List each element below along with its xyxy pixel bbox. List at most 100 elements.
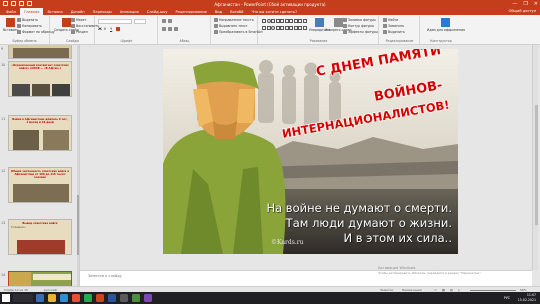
- scrollbar-thumb[interactable]: [534, 105, 538, 225]
- folder-icon[interactable]: [48, 294, 56, 302]
- layout-icon: [71, 18, 75, 22]
- tab-slideshow[interactable]: Слайд-шоу: [143, 8, 172, 15]
- slide-thumbnail[interactable]: Вывод советских войск 15 февраля…: [8, 219, 72, 255]
- numbering-button[interactable]: [168, 19, 172, 23]
- maximize-button[interactable]: ❐: [523, 0, 527, 8]
- windows-taskbar: РУС 11:07 15.02.2021: [0, 292, 540, 304]
- minimize-button[interactable]: —: [512, 0, 517, 8]
- layout-button[interactable]: Макет: [71, 18, 86, 22]
- align-center-button[interactable]: [168, 27, 172, 31]
- thumbnail-scrollbar[interactable]: [77, 45, 79, 286]
- format-painter-button[interactable]: Формат по образцу: [17, 30, 55, 34]
- edge-icon[interactable]: [60, 294, 68, 302]
- word-icon[interactable]: [108, 294, 116, 302]
- text-options-group: Направление текста Выровнять текст Преоб…: [212, 16, 263, 44]
- design-ideas-button[interactable]: Идеи для оформления: [427, 18, 465, 32]
- numbering-icon: [168, 19, 172, 23]
- app-icon[interactable]: [120, 294, 128, 302]
- outline-icon: [343, 24, 347, 28]
- windows-activation-watermark: Активация Windows Чтобы активировать Win…: [378, 266, 482, 275]
- paste-icon: [6, 18, 16, 27]
- system-clock[interactable]: 11:07 15.02.2021: [518, 293, 536, 302]
- tell-me-search[interactable]: Что вы хотите сделать?: [248, 8, 302, 15]
- section-icon: [71, 30, 75, 34]
- slide-thumbnail-selected[interactable]: [8, 271, 72, 286]
- section-button[interactable]: Раздел: [71, 30, 88, 34]
- close-button[interactable]: ✕: [534, 0, 538, 8]
- title-bar: Афганистан - PowerPoint (Сбой активации …: [0, 0, 540, 8]
- text-direction-icon: [214, 18, 218, 22]
- tab-file[interactable]: Файл: [2, 8, 20, 15]
- current-slide[interactable]: С ДНЕМ ПАМЯТИ ВОЙНОВ- ИНТЕРНАЦИОНАЛИСТОВ…: [163, 49, 458, 254]
- tab-animations[interactable]: Анимация: [116, 8, 143, 15]
- whatsapp-icon[interactable]: [84, 294, 92, 302]
- slide-thumbnail[interactable]: Война в Афганистане длилась 9 лет, 1 мес…: [8, 115, 72, 151]
- search-icon: [383, 18, 387, 22]
- ribbon: Вставить Вырезать Копировать Формат по о…: [0, 15, 540, 45]
- bullets-button[interactable]: [162, 19, 166, 23]
- font-group: Ж К Ч Шрифт: [96, 16, 158, 44]
- effects-icon: [343, 30, 347, 34]
- zoom-slider[interactable]: [470, 289, 516, 291]
- font-size-field[interactable]: [134, 19, 146, 24]
- brush-icon: [17, 30, 21, 34]
- copy-button[interactable]: Копировать: [17, 24, 42, 28]
- slide-watermark: ©Kards.ru: [271, 239, 304, 246]
- clipboard-group: Вставить Вырезать Копировать Формат по о…: [0, 16, 55, 44]
- align-text-icon: [214, 24, 218, 28]
- select-button[interactable]: Выделить: [383, 30, 405, 34]
- align-right-icon: [174, 27, 178, 31]
- align-right-button[interactable]: [174, 27, 178, 31]
- align-text-button[interactable]: Выровнять текст: [214, 24, 248, 28]
- italic-button[interactable]: К: [104, 27, 106, 31]
- paragraph-group: Абзац: [159, 16, 211, 44]
- align-left-button[interactable]: [162, 27, 166, 31]
- slides-group: Создать слайд Макет Восстановить Раздел …: [51, 16, 99, 44]
- shapes-gallery[interactable]: [262, 19, 307, 33]
- vertical-scrollbar[interactable]: [532, 45, 538, 270]
- slide-thumbnail-panel: 9 10 «Ограниченный контингент советских …: [0, 45, 80, 286]
- cut-button[interactable]: Вырезать: [17, 18, 38, 22]
- designer-group: Идеи для оформления Конструктор: [421, 16, 465, 44]
- chrome-icon[interactable]: [72, 294, 80, 302]
- font-name-field[interactable]: [98, 19, 132, 24]
- font-color-button[interactable]: [116, 27, 120, 31]
- shape-effects-button[interactable]: Эффекты фигуры: [343, 30, 378, 34]
- bullets-icon: [162, 19, 166, 23]
- slide-thumbnail[interactable]: [8, 45, 72, 59]
- quick-styles-icon: [333, 18, 343, 27]
- tab-transitions[interactable]: Переходы: [89, 8, 116, 15]
- slide-thumbnail[interactable]: «Ограниченный контингент советских войск…: [8, 61, 72, 97]
- find-button[interactable]: Найти: [383, 18, 398, 22]
- smartart-icon: [214, 30, 218, 34]
- windows-start-icon[interactable]: [2, 294, 10, 302]
- slide-thumbnail[interactable]: Общая численность советских войск в Афга…: [8, 167, 72, 203]
- taskbar-search[interactable]: [13, 294, 33, 302]
- app-icon[interactable]: [132, 294, 140, 302]
- replace-button[interactable]: Заменить: [383, 24, 404, 28]
- tab-view[interactable]: Вид: [211, 8, 226, 15]
- select-icon: [383, 30, 387, 34]
- scrollbar-thumb[interactable]: [77, 195, 79, 255]
- text-direction-button[interactable]: Направление текста: [214, 18, 254, 22]
- powerpoint-icon[interactable]: [96, 294, 104, 302]
- file-explorer-icon[interactable]: [36, 294, 44, 302]
- tab-insert[interactable]: Вставка: [43, 8, 66, 15]
- tab-home[interactable]: Главная: [19, 8, 44, 15]
- shape-outline-button[interactable]: Контур фигуры: [343, 24, 374, 28]
- underline-button[interactable]: Ч: [110, 27, 112, 31]
- reset-button[interactable]: Восстановить: [71, 24, 99, 28]
- shape-fill-button[interactable]: Заливка фигуры: [343, 18, 376, 22]
- bold-button[interactable]: Ж: [98, 27, 102, 31]
- tab-review[interactable]: Рецензирование: [171, 8, 210, 15]
- replace-icon: [383, 24, 387, 28]
- new-slide-icon: [61, 18, 71, 27]
- tab-design[interactable]: Дизайн: [67, 8, 89, 15]
- tab-extra[interactable]: Всеобй: [226, 8, 247, 15]
- scissors-icon: [17, 18, 21, 22]
- app-icon[interactable]: [144, 294, 152, 302]
- input-language[interactable]: РУС: [504, 296, 510, 300]
- fill-icon: [343, 18, 347, 22]
- smartart-button[interactable]: Преобразовать в SmartArt: [214, 30, 263, 34]
- share-button[interactable]: Общий доступ: [509, 9, 536, 13]
